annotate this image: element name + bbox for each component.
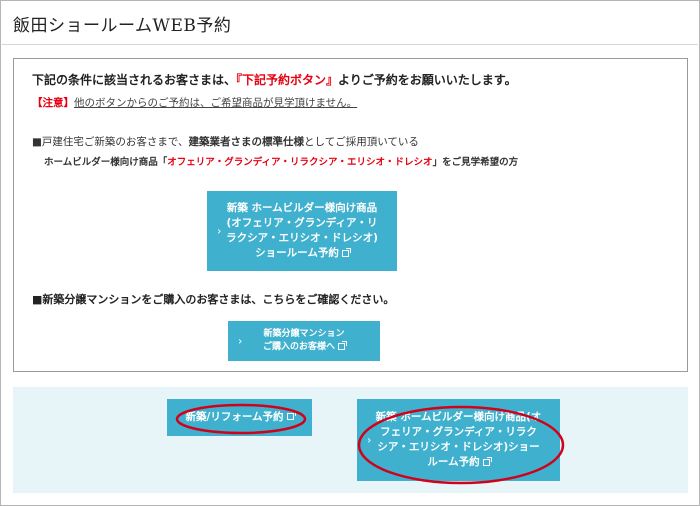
homebuilder-condition: ■戸建住宅ご新築のお客さまで、建築業者さまの標準仕様としてご採用頂いている [32,134,419,149]
notice-box: 下記の条件に該当されるお客さまは、『下記予約ボタン』よりご予約をお願いいたします… [13,58,688,372]
mansion-button-label: 新築分譲マンション ご購入のお客様へ [262,328,345,352]
homebuilder-line-before: ■戸建住宅ご新築のお客さまで、 [32,136,189,148]
homebuilder-line-bold: 建築業者さまの標準仕様 [188,136,305,148]
external-link-icon [338,341,347,350]
homebuilder-sub-highlight: オフェリア・グランディア・リラクシア・エリシオ・ドレシオ [167,157,433,168]
page-frame: 飯田ショールームWEB予約 下記の条件に該当されるお客さまは、『下記予約ボタン』… [0,0,700,506]
external-link-icon [341,247,351,257]
homebuilder-showroom-reserve-button[interactable]: › 新築 ホームビルダー様向け商品 (オフェリア・グランディア・リ ラクシア・エ… [207,191,397,271]
mansion-customer-button[interactable]: › 新築分譲マンション ご購入のお客様へ [228,321,380,361]
homebuilder-sub-before: ホームビルダー様向け商品「 [44,157,168,168]
bottom-homebuilder-button-label: 新築 ホームビルダー様向け商品(オ フェリア・グランディア・リラク シア・エリシ… [375,410,542,469]
page-title: 飯田ショールームWEB予約 [13,16,232,36]
intro-after: よりご予約をお願いいたします。 [338,73,517,87]
new-build-reform-reserve-button[interactable]: 新築/リフォーム予約 [167,399,312,436]
homebuilder-products-line: ホームビルダー様向け商品「オフェリア・グランディア・リラクシア・エリシオ・ドレシ… [44,154,518,168]
bottom-button-panel: 新築/リフォーム予約 › 新築 ホームビルダー様向け商品(オ フェリア・グランデ… [13,387,688,493]
homebuilder-button-label: 新築 ホームビルダー様向け商品 (オフェリア・グランディア・リ ラクシア・エリシ… [226,201,378,260]
intro-highlight: 『下記予約ボタン』 [236,73,339,87]
external-link-icon [286,411,296,421]
homebuilder-sub-after: 」をご見学希望の方 [432,157,519,168]
reform-button-label: 新築/リフォーム予約 [185,410,284,423]
external-link-icon [482,456,492,466]
caution-tag: 【注意】 [32,97,74,109]
chevron-right-icon: › [238,334,243,348]
caution-line: 【注意】他のボタンからのご予約は、ご希望商品が見学頂けません。 [32,95,357,110]
chevron-right-icon: › [217,224,222,238]
intro-before: 下記の条件に該当されるお客さまは、 [32,73,237,87]
chevron-right-icon: › [367,433,372,447]
bottom-homebuilder-reserve-button[interactable]: › 新築 ホームビルダー様向け商品(オ フェリア・グランディア・リラク シア・エ… [357,399,560,481]
intro-text: 下記の条件に該当されるお客さまは、『下記予約ボタン』よりご予約をお願いいたします… [32,71,517,88]
homebuilder-line-after: としてご採用頂いている [304,136,419,148]
mansion-condition: ■新築分譲マンションをご購入のお客さまは、こちらをご確認ください。 [32,293,395,306]
caution-text: 他のボタンからのご予約は、ご希望商品が見学頂けません。 [74,97,358,109]
title-divider [2,44,698,45]
